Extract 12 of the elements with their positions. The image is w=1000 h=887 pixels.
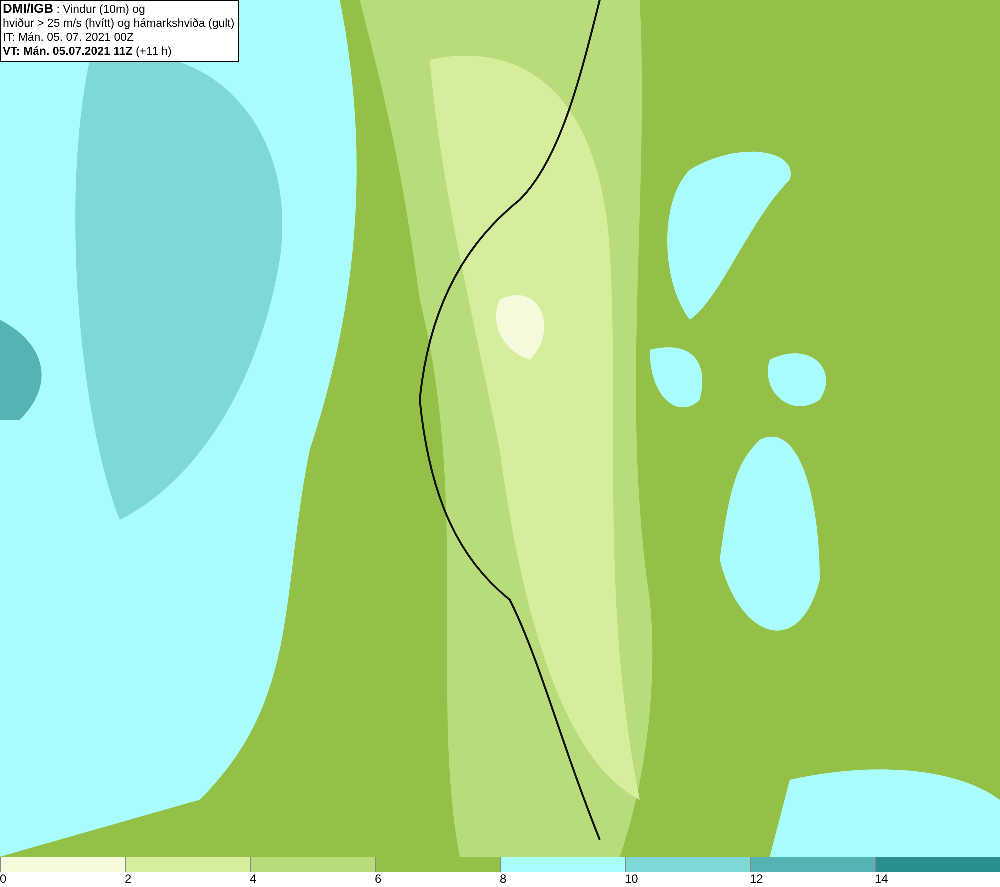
legend-tick-label: 8 [500, 872, 507, 886]
legend-tick-label: 12 [750, 872, 764, 886]
subtitle-text: hviður > 25 m/s (hvítt) og hámarkshviða (gult) [3, 17, 235, 31]
issue-time-text: IT: Mán. 05. 07. 2021 00Z [3, 31, 136, 45]
legend-tick-label: 2 [125, 872, 132, 886]
title-text: DMI/IGB : Vindur (10m) og [3, 2, 146, 17]
legend-tick-label: 10 [625, 872, 638, 886]
legend-tick-label: 0 [0, 872, 7, 886]
legend-tick-label: 4 [250, 872, 257, 886]
legend-tick-label: 6 [375, 872, 382, 886]
legend-tick-label: 14 [875, 872, 888, 886]
valid-time-text: VT: Mán. 05.07.2021 11Z (+11 h) [3, 45, 173, 59]
